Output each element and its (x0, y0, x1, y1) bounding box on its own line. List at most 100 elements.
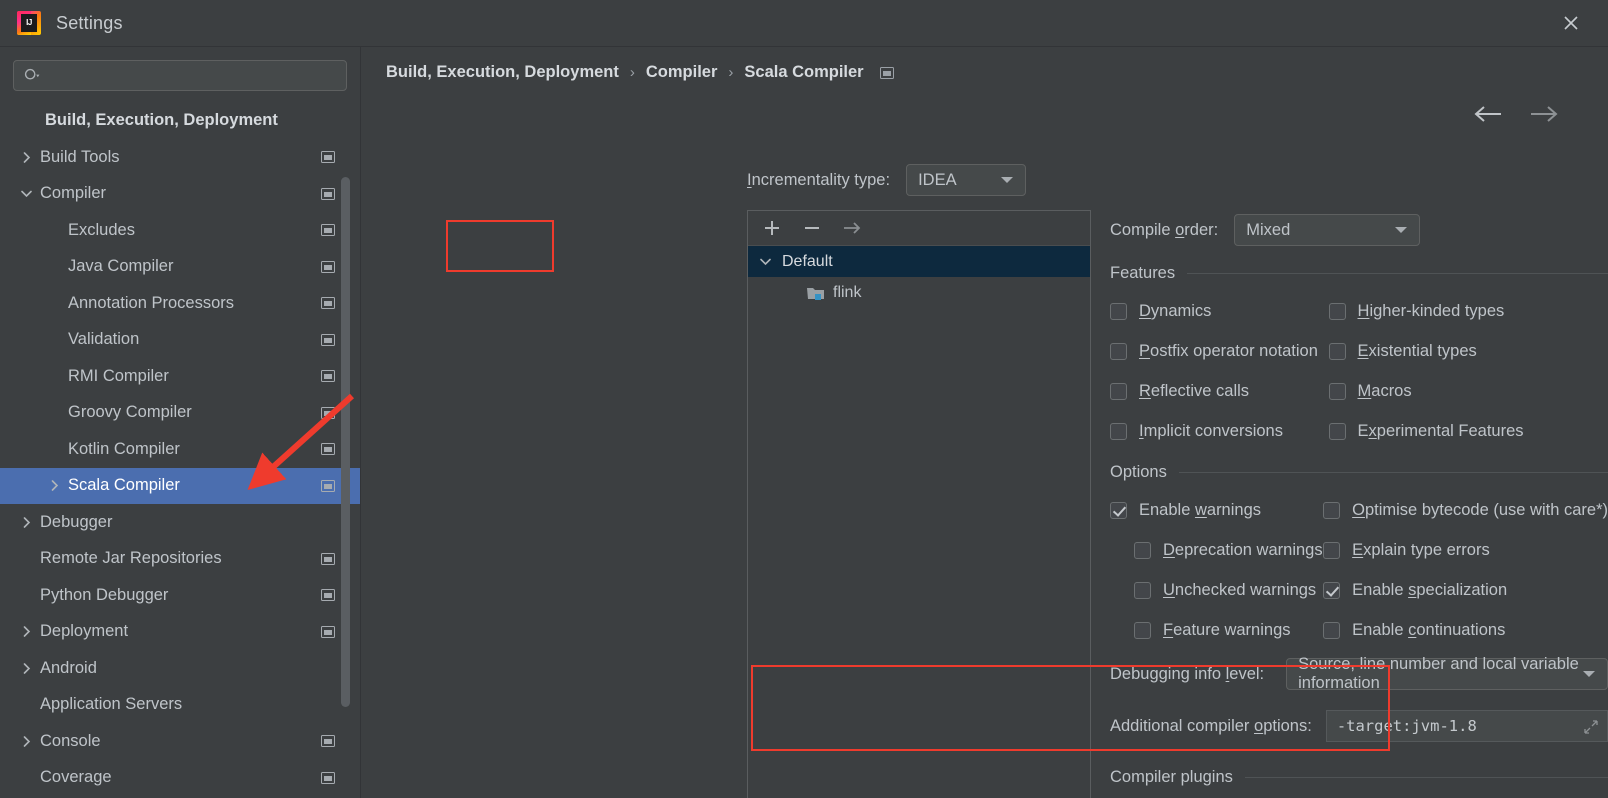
chevron-right-icon[interactable] (21, 516, 32, 528)
search-input[interactable] (41, 61, 346, 90)
sidebar-item-validation[interactable]: Validation (0, 322, 360, 359)
sidebar-item-compiler[interactable]: Compiler (0, 176, 360, 213)
sidebar-item-scala-compiler[interactable]: Scala Compiler (0, 467, 360, 504)
checkbox-row-macros[interactable]: Macros (1328, 371, 1608, 411)
breadcrumb-item-0[interactable]: Build, Execution, Deployment (386, 63, 619, 82)
checkbox-row-feature-warnings[interactable]: Feature warnings (1110, 610, 1323, 650)
checkbox-macros[interactable] (1328, 382, 1346, 400)
additional-compiler-options-input[interactable]: -target:jvm-1.8 (1325, 710, 1608, 742)
tree-expander[interactable] (12, 188, 40, 199)
expand-icon[interactable] (1583, 719, 1599, 735)
chevron-right-icon[interactable] (21, 735, 32, 747)
settings-window-icon[interactable] (321, 406, 335, 419)
checkbox-row-enable-continuations[interactable]: Enable continuations (1323, 610, 1608, 650)
move-module-button[interactable] (838, 215, 866, 241)
settings-window-icon[interactable] (321, 224, 335, 237)
settings-window-icon[interactable] (321, 625, 335, 638)
checkbox-row-optimise-bytecode-use-with-care-[interactable]: Optimise bytecode (use with care*) (1323, 490, 1608, 530)
settings-window-icon[interactable] (879, 66, 894, 79)
sidebar-item-deployment[interactable]: Deployment (0, 614, 360, 651)
checkbox-row-explain-type-errors[interactable]: Explain type errors (1323, 530, 1608, 570)
sidebar-item-application-servers[interactable]: Application Servers (0, 687, 360, 724)
module-row-default[interactable]: Default (748, 246, 1090, 277)
settings-window-icon[interactable] (321, 589, 335, 602)
sidebar-item-console[interactable]: Console (0, 723, 360, 760)
checkbox-row-enable-warnings[interactable]: Enable warnings (1110, 490, 1323, 530)
checkbox-row-unchecked-warnings[interactable]: Unchecked warnings (1110, 570, 1323, 610)
sidebar-item-java-compiler[interactable]: Java Compiler (0, 249, 360, 286)
tree-expander[interactable] (12, 626, 40, 638)
checkbox-enable-continuations[interactable] (1323, 621, 1341, 639)
module-expander[interactable] (748, 256, 782, 267)
settings-window-icon[interactable] (321, 333, 335, 346)
settings-window-icon[interactable] (321, 552, 335, 565)
compile-order-select[interactable]: Mixed (1234, 214, 1421, 246)
sidebar-item-remote-jar-repositories[interactable]: Remote Jar Repositories (0, 541, 360, 578)
checkbox-postfix-operator-notation[interactable] (1110, 342, 1127, 360)
tree-expander[interactable] (12, 735, 40, 747)
checkbox-row-deprecation-warnings[interactable]: Deprecation warnings (1110, 530, 1323, 570)
checkbox-enable-warnings[interactable] (1110, 501, 1127, 519)
checkbox-feature-warnings[interactable] (1134, 621, 1151, 639)
sidebar-item-kotlin-compiler[interactable]: Kotlin Compiler (0, 431, 360, 468)
checkbox-row-higher-kinded-types[interactable]: Higher-kinded types (1328, 291, 1608, 331)
search-box[interactable] (13, 60, 347, 91)
checkbox-experimental-features[interactable] (1328, 422, 1346, 440)
checkbox-implicit-conversions[interactable] (1110, 422, 1127, 440)
sidebar-scrollbar[interactable] (341, 177, 350, 707)
checkbox-row-postfix-operator-notation[interactable]: Postfix operator notation (1110, 331, 1329, 371)
breadcrumb-item-2[interactable]: Scala Compiler (744, 63, 863, 82)
checkbox-enable-specialization[interactable] (1323, 581, 1341, 599)
sidebar-item-coverage[interactable]: Coverage (0, 760, 360, 797)
breadcrumb-item-1[interactable]: Compiler (646, 63, 718, 82)
add-module-button[interactable] (758, 215, 786, 241)
settings-window-icon[interactable] (321, 443, 335, 456)
settings-window-icon[interactable] (321, 370, 335, 383)
settings-window-icon[interactable] (321, 771, 335, 784)
checkbox-existential-types[interactable] (1328, 342, 1346, 360)
checkbox-row-experimental-features[interactable]: Experimental Features (1328, 411, 1608, 451)
checkbox-optimise-bytecode-use-with-care-[interactable] (1323, 501, 1341, 519)
settings-window-icon[interactable] (321, 297, 335, 310)
chevron-right-icon[interactable] (21, 662, 32, 674)
settings-window-icon[interactable] (321, 479, 335, 492)
chevron-down-icon[interactable] (20, 188, 32, 199)
sidebar-item-rmi-compiler[interactable]: RMI Compiler (0, 358, 360, 395)
chevron-right-icon[interactable] (49, 480, 60, 492)
checkbox-deprecation-warnings[interactable] (1134, 541, 1151, 559)
sidebar-item-build-tools[interactable]: Build Tools (0, 139, 360, 176)
checkbox-row-dynamics[interactable]: Dynamics (1110, 291, 1329, 331)
remove-module-button[interactable] (798, 215, 826, 241)
sidebar-item-groovy-compiler[interactable]: Groovy Compiler (0, 395, 360, 432)
tree-expander[interactable] (12, 151, 40, 163)
sidebar-item-android[interactable]: Android (0, 650, 360, 687)
debugging-info-level-select[interactable]: Source, line number and local variable i… (1286, 655, 1608, 692)
checkbox-reflective-calls[interactable] (1110, 382, 1127, 400)
checkbox-row-enable-specialization[interactable]: Enable specialization (1323, 570, 1608, 610)
settings-window-icon[interactable] (321, 735, 335, 748)
tree-expander[interactable] (12, 662, 40, 674)
sidebar-item-python-debugger[interactable]: Python Debugger (0, 577, 360, 614)
checkbox-row-reflective-calls[interactable]: Reflective calls (1110, 371, 1329, 411)
tree-expander[interactable] (40, 480, 68, 492)
settings-window-icon[interactable] (321, 151, 335, 164)
sidebar-item-annotation-processors[interactable]: Annotation Processors (0, 285, 360, 322)
chevron-right-icon[interactable] (21, 626, 32, 638)
chevron-down-icon[interactable] (759, 256, 771, 267)
chevron-right-icon[interactable] (21, 151, 32, 163)
checkbox-unchecked-warnings[interactable] (1134, 581, 1151, 599)
tree-expander[interactable] (12, 516, 40, 528)
checkbox-dynamics[interactable] (1110, 302, 1127, 320)
arrow-left-icon[interactable] (1472, 105, 1502, 123)
checkbox-higher-kinded-types[interactable] (1328, 302, 1346, 320)
module-row-flink[interactable]: flink (748, 277, 1090, 308)
checkbox-row-existential-types[interactable]: Existential types (1328, 331, 1608, 371)
checkbox-row-implicit-conversions[interactable]: Implicit conversions (1110, 411, 1329, 451)
settings-window-icon[interactable] (321, 260, 335, 273)
checkbox-explain-type-errors[interactable] (1323, 541, 1341, 559)
sidebar-item-debugger[interactable]: Debugger (0, 504, 360, 541)
sidebar-item-excludes[interactable]: Excludes (0, 212, 360, 249)
settings-window-icon[interactable] (321, 187, 335, 200)
close-button[interactable] (1548, 7, 1594, 39)
incrementality-type-select[interactable]: IDEA (906, 164, 1027, 196)
